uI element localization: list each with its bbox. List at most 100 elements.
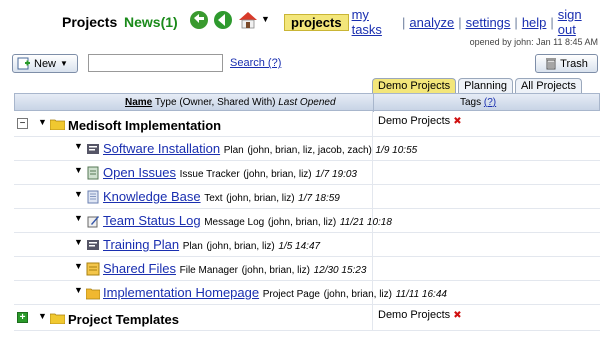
item-link[interactable]: Software Installation <box>103 141 220 156</box>
item-people: (john, brian, liz) <box>241 265 310 276</box>
nav-analyze[interactable]: analyze <box>406 15 457 30</box>
chevron-down-icon[interactable]: ▼ <box>261 14 270 24</box>
plan-icon <box>87 240 99 250</box>
item-date: 1/9 10:55 <box>375 145 418 156</box>
remove-tag-icon[interactable]: ✖ <box>453 116 461 127</box>
column-divider <box>372 305 373 330</box>
news-link[interactable]: News(1) <box>124 14 178 30</box>
tags-column-header: Tags (?) <box>460 97 496 108</box>
opened-by-text: opened by john: Jan 11 8:45 AM <box>469 37 598 47</box>
nav-projects[interactable]: projects <box>284 13 349 31</box>
message-log-icon <box>87 216 99 228</box>
item-type: Issue Tracker <box>179 169 240 180</box>
item-text: Implementation Homepage Project Page (jo… <box>103 285 447 300</box>
name-column-header[interactable]: Name Type (Owner, Shared With) Last Open… <box>125 97 336 108</box>
chevron-down-icon[interactable]: ▼ <box>74 165 83 175</box>
list-item[interactable]: ▼ Knowledge Base Text (john, brian, liz) … <box>14 185 600 209</box>
issue-tracker-icon <box>87 166 99 180</box>
project-page-icon <box>86 288 100 300</box>
home-menu-icon[interactable] <box>237 9 259 31</box>
column-divider <box>372 233 373 256</box>
list-item[interactable]: ▼ Team Status Log Message Log (john, bria… <box>14 209 600 233</box>
item-link[interactable]: Implementation Homepage <box>103 285 259 300</box>
chevron-down-icon[interactable]: ▼ <box>74 261 83 271</box>
item-text: Shared Files File Manager (john, brian, … <box>103 261 366 276</box>
list-item[interactable]: ▼ Training Plan Plan (john, brian, liz) 1… <box>14 233 600 257</box>
tags-header-label: Tags <box>460 97 482 108</box>
list-item[interactable]: ▼ Implementation Homepage Project Page (j… <box>14 281 600 305</box>
item-link[interactable]: Team Status Log <box>103 213 201 228</box>
project-tabs: Demo Projects Planning All Projects <box>372 78 582 94</box>
collapse-icon[interactable]: − <box>17 118 28 129</box>
project-name[interactable]: Medisoft Implementation <box>68 118 221 133</box>
back-icon[interactable] <box>212 9 234 31</box>
refresh-icon[interactable] <box>188 9 210 31</box>
item-people: (john, brian, liz) <box>243 169 312 180</box>
table-header: Name Type (Owner, Shared With) Last Open… <box>14 93 600 112</box>
tags-help-link[interactable]: (?) <box>484 97 496 108</box>
list-item[interactable]: ▼ Shared Files File Manager (john, brian,… <box>14 257 600 281</box>
new-doc-icon <box>17 57 30 70</box>
project-row[interactable]: − ▼ Medisoft Implementation Demo Project… <box>14 111 600 137</box>
trash-icon <box>546 58 557 70</box>
plan-icon <box>87 144 99 154</box>
item-text: Knowledge Base Text (john, brian, liz) 1… <box>103 189 340 204</box>
projects-table: Name Type (Owner, Shared With) Last Open… <box>14 93 600 331</box>
column-divider <box>372 257 373 280</box>
file-manager-icon <box>86 262 100 276</box>
new-button-label: New <box>34 57 57 70</box>
tab-demo-projects[interactable]: Demo Projects <box>372 78 457 94</box>
chevron-down-icon[interactable]: ▼ <box>74 237 83 247</box>
item-type: Project Page <box>262 289 320 300</box>
item-date: 11/21 10:18 <box>339 217 392 228</box>
nav-settings[interactable]: settings <box>463 15 514 30</box>
new-button[interactable]: New ▼ <box>12 54 78 73</box>
sort-by-name[interactable]: Name <box>125 97 152 108</box>
expand-icon[interactable]: + <box>17 312 28 323</box>
main-nav: projects my tasks | analyze | settings |… <box>284 7 602 37</box>
item-date: 11/11 16:44 <box>395 289 447 300</box>
trash-button[interactable]: Trash <box>535 54 598 73</box>
chevron-down-icon[interactable]: ▼ <box>74 141 83 151</box>
item-type: Plan <box>182 241 203 252</box>
folder-icon <box>50 119 65 130</box>
project-name[interactable]: Project Templates <box>68 312 179 327</box>
chevron-down-icon: ▼ <box>60 59 68 68</box>
search-link[interactable]: Search (?) <box>230 57 281 69</box>
item-link[interactable]: Training Plan <box>103 237 179 252</box>
project-tag: Demo Projects ✖ <box>378 309 462 321</box>
chevron-down-icon[interactable]: ▼ <box>74 189 83 199</box>
column-divider <box>373 94 374 112</box>
item-date: 1/5 14:47 <box>278 241 321 252</box>
column-divider <box>372 111 373 136</box>
remove-tag-icon[interactable]: ✖ <box>453 310 461 321</box>
toolbar: New ▼ Search (?) Trash <box>0 52 602 74</box>
item-link[interactable]: Shared Files <box>103 261 176 276</box>
chevron-down-icon[interactable]: ▼ <box>38 117 47 127</box>
list-item[interactable]: ▼ Software Installation Plan (john, brian… <box>14 137 600 161</box>
tab-all-projects[interactable]: All Projects <box>514 78 582 94</box>
item-people: (john, brian, liz) <box>267 217 337 228</box>
project-row[interactable]: + ▼ Project Templates Demo Projects ✖ <box>14 305 600 331</box>
item-date: 1/7 18:59 <box>298 193 340 204</box>
item-text: Training Plan Plan (john, brian, liz) 1/… <box>103 237 320 252</box>
trash-button-label: Trash <box>560 57 588 70</box>
list-item[interactable]: ▼ Open Issues Issue Tracker (john, brian,… <box>14 161 600 185</box>
page-title: Projects <box>62 14 118 30</box>
chevron-down-icon[interactable]: ▼ <box>38 311 47 321</box>
item-type: Message Log <box>204 217 265 228</box>
chevron-down-icon[interactable]: ▼ <box>74 213 83 223</box>
project-tag-label: Demo Projects <box>378 309 451 321</box>
chevron-down-icon[interactable]: ▼ <box>74 285 83 295</box>
nav-sign-out[interactable]: sign out <box>555 7 602 37</box>
item-people: (john, brian, liz) <box>226 193 295 204</box>
item-people: (john, brian, liz) <box>323 289 392 300</box>
item-type: Plan <box>223 145 244 156</box>
item-link[interactable]: Open Issues <box>103 165 176 180</box>
search-input[interactable] <box>88 54 223 72</box>
nav-help[interactable]: help <box>519 15 550 30</box>
tab-planning[interactable]: Planning <box>458 78 513 94</box>
last-opened-hint: Last Opened <box>278 97 336 108</box>
nav-my-tasks[interactable]: my tasks <box>349 7 401 37</box>
item-link[interactable]: Knowledge Base <box>103 189 201 204</box>
